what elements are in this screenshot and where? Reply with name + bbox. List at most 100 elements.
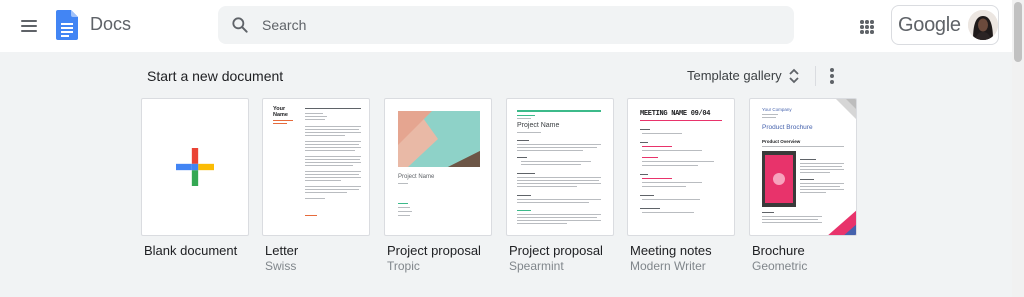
search-bar[interactable] (218, 6, 794, 44)
text-line (517, 150, 583, 152)
spearmint-title: Project Name (517, 122, 560, 129)
text-line (517, 118, 531, 120)
accent-line (398, 203, 408, 205)
avatar[interactable] (968, 10, 998, 40)
tropic-cover-art (398, 111, 480, 167)
account-switcher[interactable]: Google (891, 5, 999, 45)
text-line (642, 150, 702, 152)
rule-line (305, 108, 361, 110)
docs-logo-icon[interactable] (56, 10, 78, 40)
text-line (398, 215, 410, 217)
template-name[interactable]: Blank document (144, 243, 237, 258)
text-line (517, 132, 541, 134)
text-line (305, 119, 325, 121)
template-card-proposal-tropic[interactable]: Project Name (384, 98, 492, 236)
text-line (305, 189, 359, 191)
template-card-blank[interactable] (141, 98, 249, 236)
template-card-brochure[interactable]: Your Company Product Brochure Product Ov… (749, 98, 857, 236)
text-line (517, 177, 601, 179)
search-icon[interactable] (230, 15, 250, 35)
text-line (517, 217, 597, 219)
letter-name: Your Name (273, 106, 288, 118)
top-bar: Docs Google (0, 0, 1012, 52)
text-line (305, 159, 360, 161)
text-line (762, 146, 844, 148)
hamburger-icon-line (21, 25, 37, 27)
accent-line (642, 178, 672, 180)
template-gallery-button[interactable]: Template gallery (676, 60, 808, 92)
template-name[interactable]: Brochure (752, 243, 805, 258)
search-input[interactable] (262, 6, 782, 44)
more-options-button[interactable] (820, 62, 844, 90)
text-line (642, 186, 686, 188)
text-line (305, 165, 353, 167)
template-name[interactable]: Project proposal (387, 243, 481, 258)
accent-line (517, 115, 535, 117)
text-line (305, 156, 361, 158)
accent-line (273, 120, 293, 122)
text-line (800, 172, 830, 174)
text-line (762, 117, 776, 119)
page-scrollbar[interactable] (1012, 0, 1024, 297)
signature-line (305, 215, 317, 217)
text-line (800, 163, 844, 165)
text-line (517, 147, 597, 149)
accent-line (642, 146, 672, 148)
text-line (800, 169, 844, 171)
brochure-company: Your Company (762, 107, 792, 112)
letter-name-line-2: Name (273, 112, 288, 118)
template-name[interactable]: Meeting notes (630, 243, 712, 258)
text-line (305, 141, 361, 143)
plus-icon (176, 148, 214, 186)
text-line (517, 186, 577, 188)
heading-line (640, 208, 660, 210)
text-line (521, 164, 581, 166)
template-gallery-section: Start a new document Template gallery Bl… (0, 52, 1012, 297)
template-subtitle: Spearmint (509, 259, 564, 273)
text-line (517, 202, 589, 204)
heading-line (640, 142, 648, 144)
brochure-section: Product Overview (762, 139, 801, 144)
text-line (305, 162, 361, 164)
hamburger-icon (21, 20, 37, 22)
text-line (762, 222, 822, 224)
template-card-proposal-spearmint[interactable]: Project Name (506, 98, 614, 236)
text-line (642, 199, 700, 201)
meeting-title: MEETING NAME 09/04 (640, 110, 711, 118)
app-title[interactable]: Docs (90, 14, 131, 35)
text-line (642, 165, 698, 167)
text-line (305, 171, 361, 173)
text-line (305, 126, 361, 128)
text-line (642, 133, 682, 135)
text-line (305, 150, 355, 152)
heading-line (517, 157, 527, 159)
template-name[interactable]: Letter (265, 243, 298, 258)
text-line (305, 177, 361, 179)
section-title: Start a new document (147, 68, 284, 84)
text-line (305, 144, 359, 146)
text-line (517, 223, 567, 225)
text-line (305, 180, 341, 182)
google-wordmark: Google (898, 14, 961, 36)
text-line (305, 174, 359, 176)
text-line (305, 132, 361, 134)
heading-line (640, 129, 650, 131)
accent-line (517, 210, 531, 212)
hamburger-icon-line (21, 30, 37, 32)
text-line (762, 216, 822, 218)
scrollbar-thumb[interactable] (1014, 2, 1022, 62)
template-card-letter-swiss[interactable]: Your Name (262, 98, 370, 236)
accent-rule (640, 120, 722, 122)
heading-line (800, 159, 816, 161)
text-line (762, 114, 778, 116)
text-line (305, 147, 361, 149)
google-apps-button[interactable] (852, 12, 880, 40)
template-name[interactable]: Project proposal (509, 243, 603, 258)
text-line (305, 192, 347, 194)
template-gallery-label: Template gallery (687, 68, 782, 83)
heading-line (800, 179, 814, 181)
main-menu-button[interactable] (14, 12, 44, 40)
text-line (517, 183, 601, 185)
template-subtitle: Swiss (265, 259, 297, 273)
template-card-meeting-notes[interactable]: MEETING NAME 09/04 (627, 98, 735, 236)
